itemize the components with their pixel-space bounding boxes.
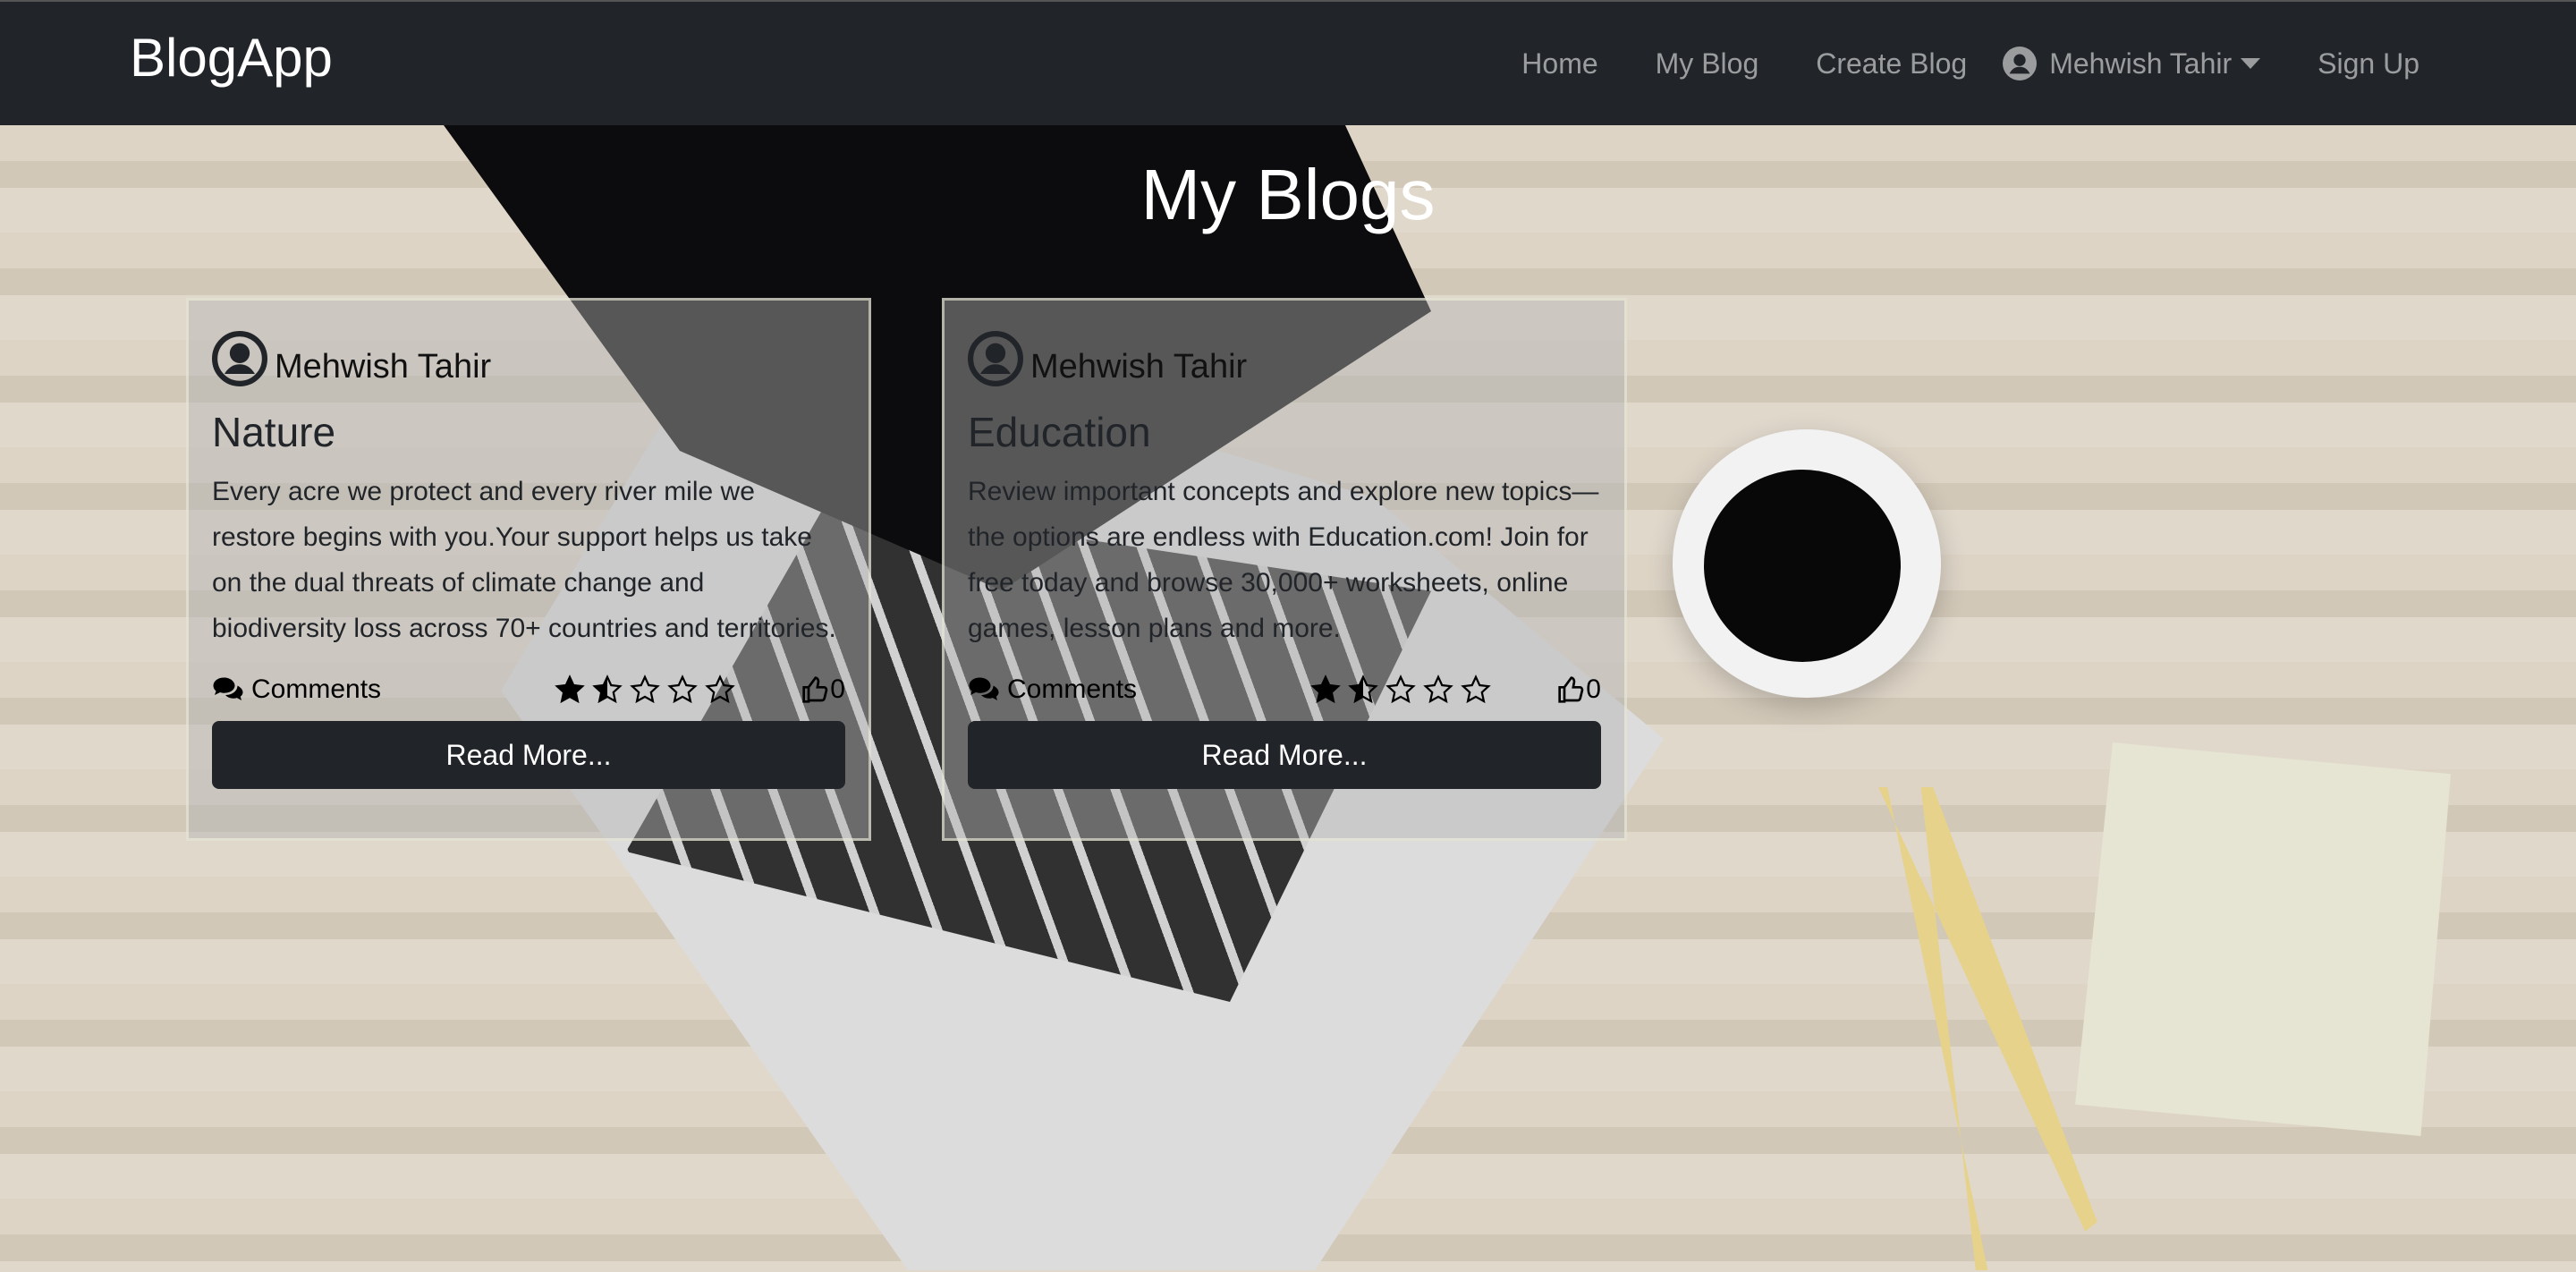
card-title: Nature	[212, 409, 336, 455]
user-circle-icon	[212, 331, 267, 386]
like-count: 0	[1586, 674, 1601, 704]
comments-icon	[969, 677, 999, 700]
card-body: Every acre we protect and every river mi…	[212, 477, 836, 643]
comments-link[interactable]: Comments	[212, 674, 381, 705]
star-icon[interactable]	[705, 674, 735, 705]
card-author: Mehwish Tahir	[212, 331, 845, 386]
star-icon[interactable]	[1423, 674, 1453, 705]
card-author: Mehwish Tahir	[968, 331, 1601, 386]
user-name: Mehwish Tahir	[2049, 47, 2233, 80]
card-body: Review important concepts and explore ne…	[968, 477, 1599, 643]
brand-logo[interactable]: BlogApp	[130, 27, 333, 89]
star-icon[interactable]	[1461, 674, 1491, 705]
like-count: 0	[830, 674, 845, 704]
user-circle-icon	[2003, 47, 2038, 81]
comments-icon	[213, 677, 243, 700]
star-icon[interactable]	[1385, 674, 1416, 705]
page-title: My Blogs	[1140, 155, 1436, 234]
caret-down-icon	[2241, 58, 2261, 69]
nav-sign-up[interactable]: Sign Up	[2318, 47, 2419, 81]
comments-label: Comments	[251, 674, 382, 704]
star-rating[interactable]	[1310, 674, 1491, 705]
comments-link[interactable]: Comments	[968, 674, 1137, 705]
nav-create-blog[interactable]: Create Blog	[1816, 47, 1967, 81]
blog-card: Mehwish Tahir Education Review important…	[942, 298, 1627, 841]
star-icon[interactable]	[1348, 674, 1378, 705]
read-more-button[interactable]: Read More...	[212, 721, 845, 789]
blog-card: Mehwish Tahir Nature Every acre we prote…	[186, 298, 871, 841]
author-name: Mehwish Tahir	[275, 348, 492, 386]
sticky-note	[2075, 742, 2451, 1136]
star-icon[interactable]	[630, 674, 660, 705]
nav-my-blog[interactable]: My Blog	[1656, 47, 1759, 81]
like-button[interactable]: 0	[1557, 674, 1601, 705]
nav-home[interactable]: Home	[1521, 47, 1597, 81]
navbar: BlogApp Home My Blog Create Blog Mehwish…	[0, 0, 2576, 125]
like-button[interactable]: 0	[801, 674, 845, 705]
user-dropdown[interactable]: Mehwish Tahir	[2003, 47, 2261, 81]
read-more-button[interactable]: Read More...	[968, 721, 1601, 789]
user-circle-icon	[968, 331, 1023, 386]
author-name: Mehwish Tahir	[1030, 348, 1248, 386]
comments-label: Comments	[1007, 674, 1138, 704]
thumbs-up-icon	[1558, 676, 1584, 703]
star-icon[interactable]	[667, 674, 698, 705]
star-icon[interactable]	[1310, 674, 1341, 705]
thumbs-up-icon	[802, 676, 828, 703]
star-rating[interactable]	[555, 674, 735, 705]
coffee-cup	[1673, 429, 1941, 698]
card-title: Education	[968, 409, 1151, 455]
star-icon[interactable]	[555, 674, 585, 705]
star-icon[interactable]	[592, 674, 623, 705]
